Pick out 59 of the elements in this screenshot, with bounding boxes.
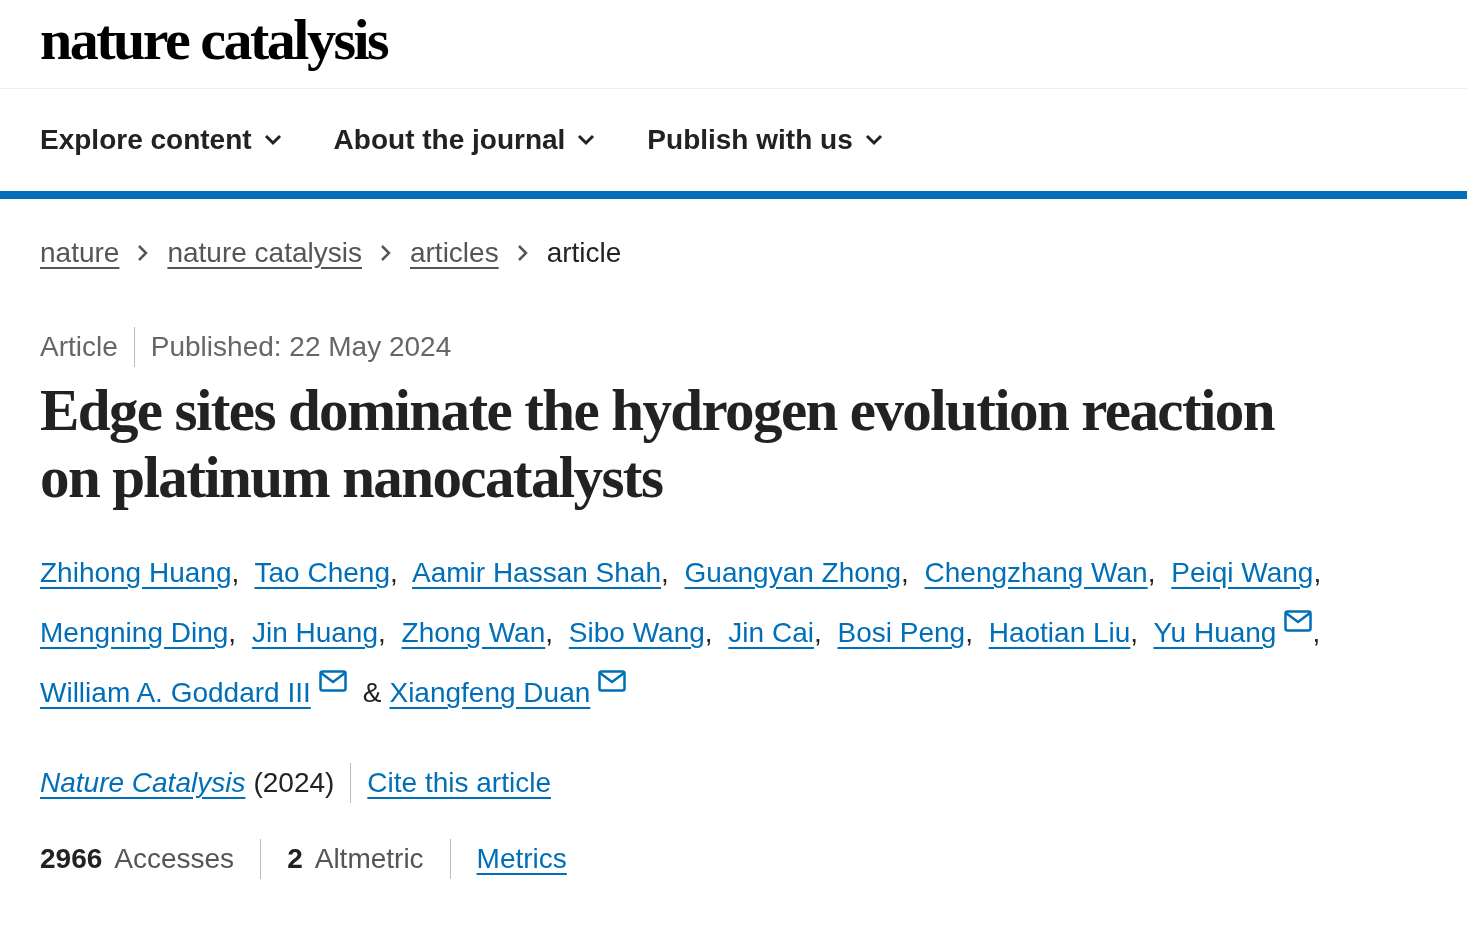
- mail-icon[interactable]: [1284, 610, 1313, 632]
- separator: ,: [1147, 557, 1156, 588]
- separator: ,: [545, 617, 554, 648]
- chevron-down-icon: [577, 134, 596, 146]
- author-link[interactable]: Jin Cai: [728, 617, 814, 648]
- author-link[interactable]: Peiqi Wang: [1171, 557, 1314, 588]
- metric-count: 2: [287, 842, 303, 876]
- chevron-right-icon: [137, 244, 150, 262]
- separator: ,: [1313, 557, 1322, 588]
- article-type: Article: [40, 330, 119, 364]
- published-date: Published: 22 May 2024: [133, 327, 468, 367]
- breadcrumb-link[interactable]: nature catalysis: [167, 237, 362, 269]
- journal-link[interactable]: Nature Catalysis: [40, 767, 246, 799]
- separator: ,: [228, 617, 237, 648]
- separator: &: [362, 677, 382, 708]
- nav-menu-button[interactable]: About the journal: [333, 124, 596, 156]
- metrics-link[interactable]: Metrics: [476, 843, 567, 875]
- author-link[interactable]: Sibo Wang: [568, 617, 705, 648]
- mail-icon[interactable]: [318, 670, 347, 692]
- breadcrumb-current: article: [546, 237, 622, 269]
- nav-menu-button[interactable]: Explore content: [40, 124, 282, 156]
- mail-icon[interactable]: [598, 670, 627, 692]
- author-link[interactable]: Xiangfeng Duan: [389, 677, 591, 708]
- author-link[interactable]: Tao Cheng: [254, 557, 390, 588]
- separator: ,: [704, 617, 713, 648]
- separator: ,: [813, 617, 822, 648]
- separator: ,: [965, 617, 973, 648]
- author-link[interactable]: Bosi Peng: [837, 617, 966, 648]
- metric-count: 2966: [40, 842, 103, 876]
- author-link[interactable]: Zhihong Huang: [40, 557, 232, 588]
- author-link[interactable]: Yu Huang: [1153, 617, 1277, 648]
- nav-menu-button[interactable]: Publish with us: [647, 124, 883, 156]
- separator: ,: [661, 557, 669, 588]
- cite-link[interactable]: Cite this article: [367, 767, 551, 799]
- separator: ,: [900, 557, 909, 588]
- separator: ,: [231, 557, 240, 588]
- author-link[interactable]: Mengning Ding: [40, 617, 229, 648]
- author-link[interactable]: Chengzhang Wan: [924, 557, 1148, 588]
- separator: ,: [1312, 617, 1321, 648]
- journal-logo[interactable]: nature catalysis: [40, 8, 388, 72]
- author-link[interactable]: Aamir Hassan Shah: [412, 557, 661, 588]
- article-title: Edge sites dominate the hydrogen evolution reaction on platinum nanocatalysts: [40, 377, 1276, 511]
- chevron-down-icon: [864, 134, 883, 146]
- author-link[interactable]: Zhong Wan: [401, 617, 546, 648]
- author-link[interactable]: Jin Huang: [251, 617, 378, 648]
- chevron-down-icon: [263, 134, 282, 146]
- metric-name: Accesses: [114, 842, 235, 876]
- author-link[interactable]: Guangyan Zhong: [684, 557, 901, 588]
- author-link[interactable]: Haotian Liu: [988, 617, 1131, 648]
- author-link[interactable]: William A. Goddard III: [40, 677, 311, 708]
- breadcrumb-link[interactable]: nature: [40, 237, 120, 269]
- metric-name: Altmetric: [314, 842, 424, 876]
- chevron-right-icon: [516, 244, 529, 262]
- separator: ,: [378, 617, 386, 648]
- breadcrumb-link[interactable]: articles: [409, 237, 499, 269]
- publication-year: (2024): [253, 763, 352, 803]
- chevron-right-icon: [379, 244, 392, 262]
- separator: ,: [390, 557, 398, 588]
- separator: ,: [1130, 617, 1139, 648]
